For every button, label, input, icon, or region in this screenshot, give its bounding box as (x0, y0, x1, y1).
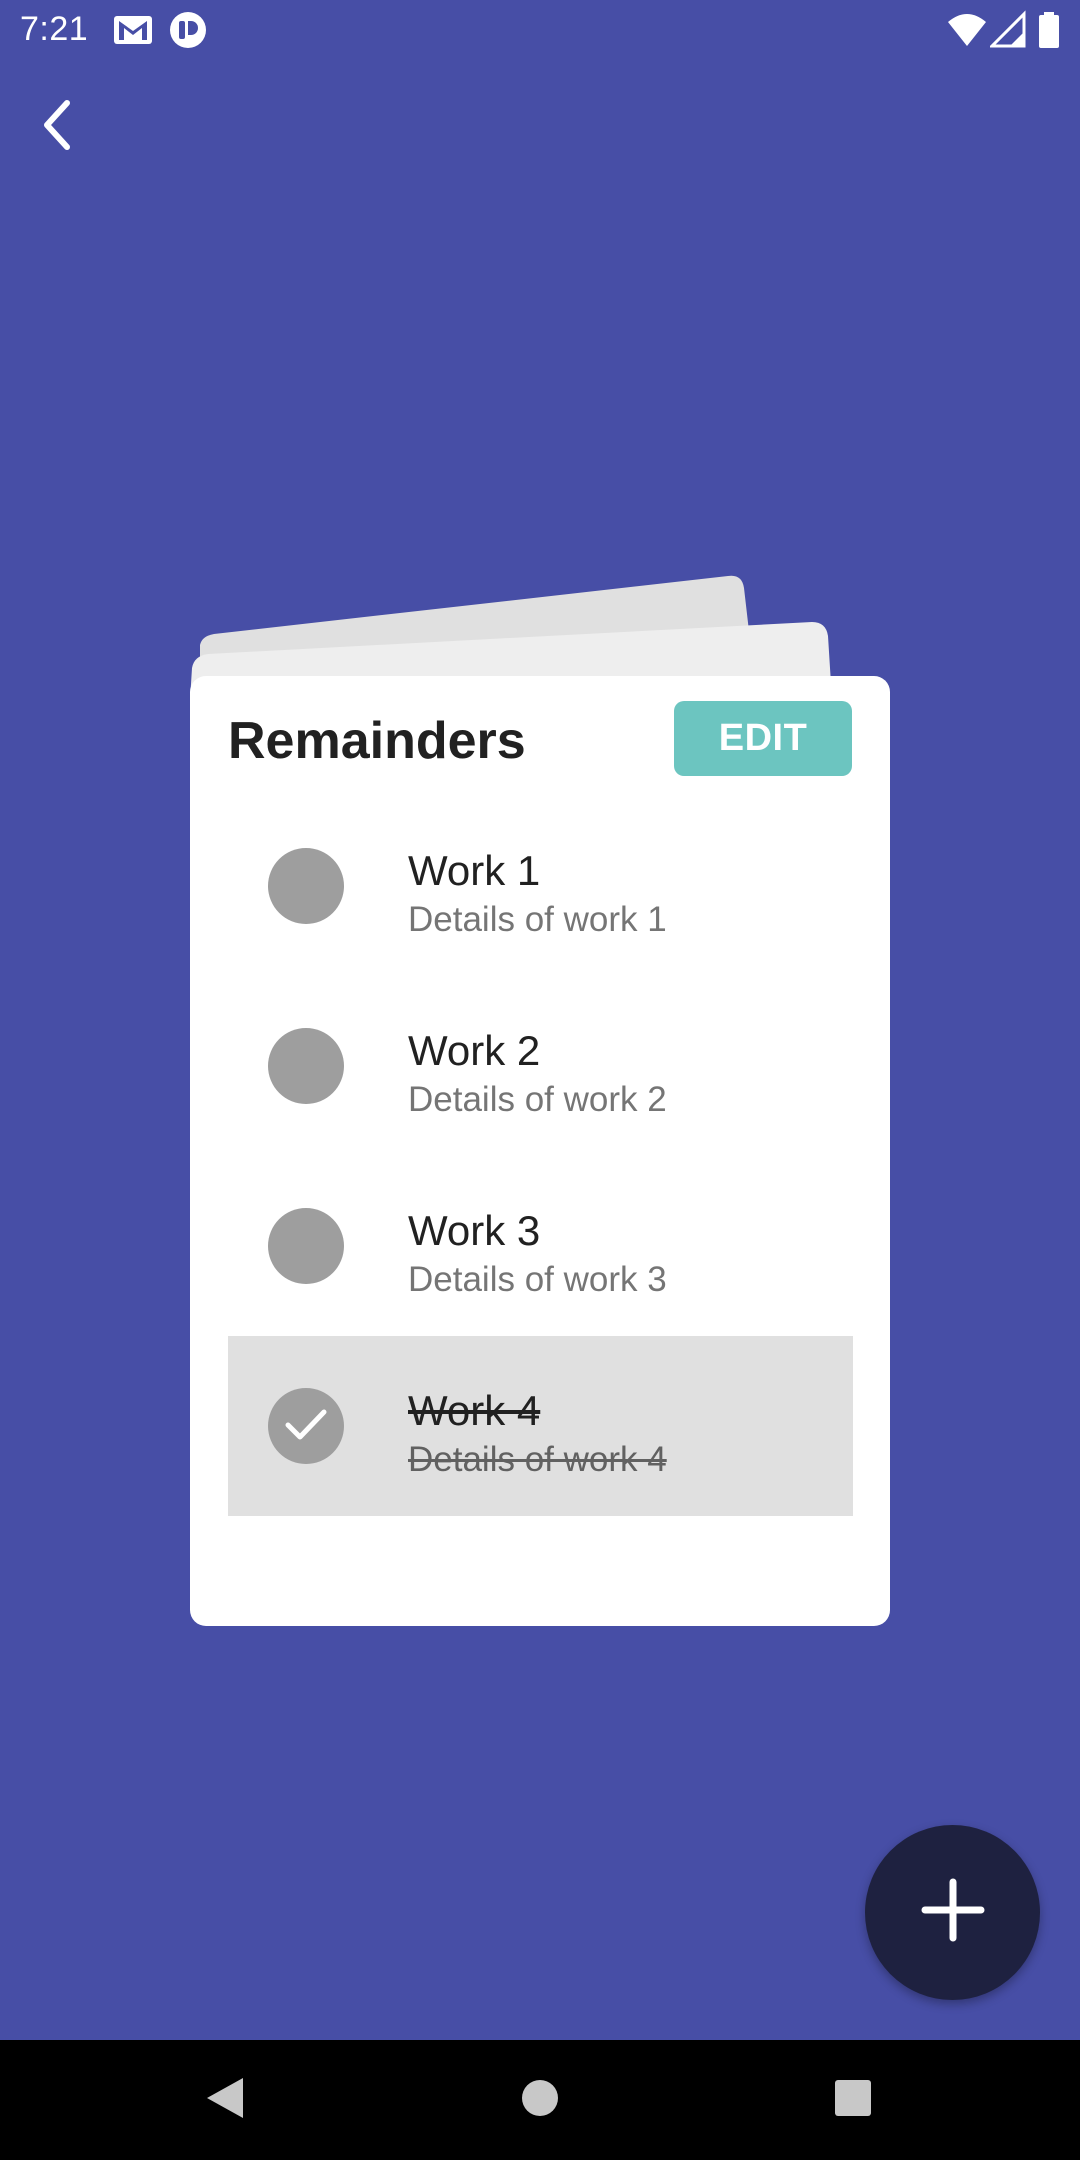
task-title: Work 3 (408, 1207, 541, 1254)
home-circle-icon (520, 2078, 560, 2123)
nav-recents-button[interactable] (793, 2040, 913, 2160)
chevron-left-icon (37, 97, 77, 158)
gmail-icon (112, 10, 154, 55)
edit-button[interactable]: EDIT (674, 701, 852, 776)
checkmark-icon (283, 1404, 329, 1449)
task-detail: Details of work 4 (408, 1440, 667, 1479)
add-reminder-button[interactable] (865, 1825, 1040, 2000)
task-list: Work 1 Details of work 1 Work 2 Details … (228, 796, 853, 1516)
card-title: Remainders (228, 712, 526, 770)
task-check-circle[interactable] (268, 1028, 344, 1104)
system-nav-bar (0, 2040, 1080, 2160)
status-time: 7:21 (20, 10, 89, 48)
nav-back-button[interactable] (165, 2040, 285, 2160)
reminders-card: Remainders EDIT Work 1 Details of work 1… (190, 676, 890, 1626)
battery-icon (1038, 10, 1060, 55)
task-item[interactable]: Work 1 Details of work 1 (228, 796, 853, 976)
task-check-circle-checked[interactable] (268, 1388, 344, 1464)
task-item[interactable]: Work 2 Details of work 2 (228, 976, 853, 1156)
task-item[interactable]: Work 3 Details of work 3 (228, 1156, 853, 1336)
signal-icon (988, 10, 1026, 55)
wifi-icon (946, 10, 988, 55)
back-triangle-icon (203, 2074, 247, 2127)
plus-icon (921, 1878, 985, 1947)
task-title: Work 1 (408, 847, 541, 894)
task-check-circle[interactable] (268, 848, 344, 924)
task-detail: Details of work 1 (408, 900, 667, 939)
status-bar: 7:21 (0, 0, 1080, 60)
recents-square-icon (833, 2078, 873, 2123)
task-detail: Details of work 2 (408, 1080, 667, 1119)
app-notification-icon (168, 10, 208, 55)
task-item-completed[interactable]: Work 4 Details of work 4 (228, 1336, 853, 1516)
back-button[interactable] (22, 92, 92, 162)
task-check-circle[interactable] (268, 1208, 344, 1284)
task-title: Work 4 (408, 1387, 541, 1434)
nav-home-button[interactable] (480, 2040, 600, 2160)
task-detail: Details of work 3 (408, 1260, 667, 1299)
task-title: Work 2 (408, 1027, 541, 1074)
